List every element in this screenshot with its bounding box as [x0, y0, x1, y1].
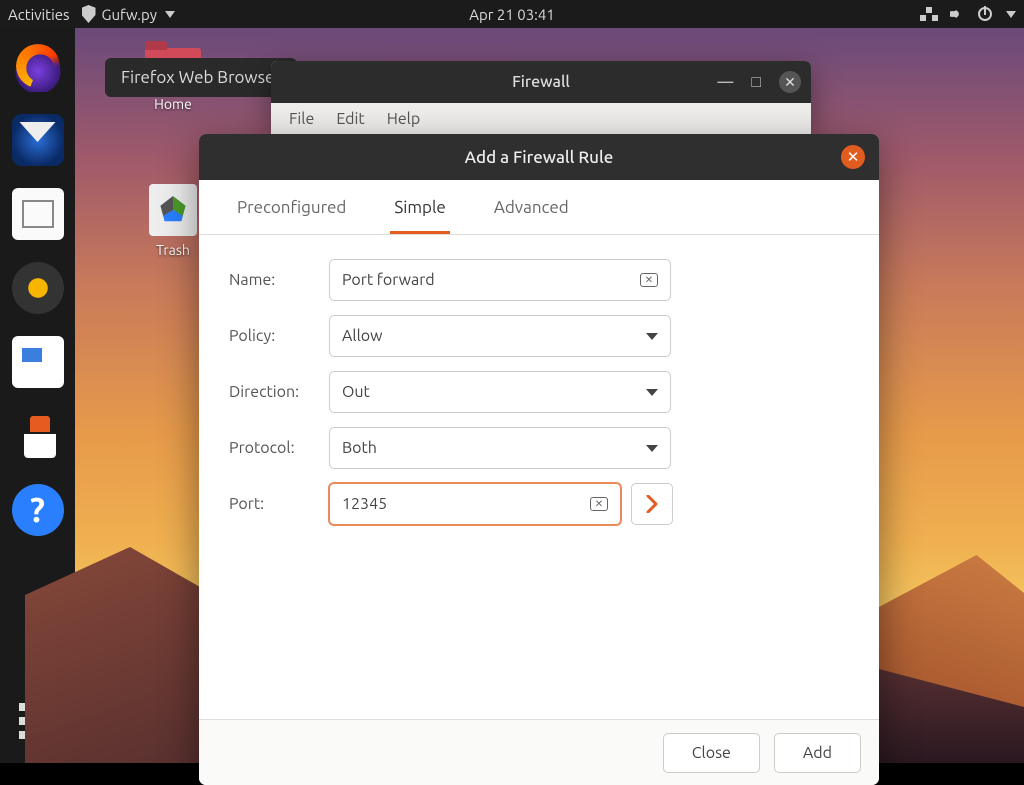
close-dialog-button[interactable]: ✕ [841, 145, 865, 169]
direction-select[interactable]: Out [329, 371, 671, 413]
policy-label: Policy: [229, 327, 329, 345]
desktop: Home Trash Firefox Web Browser Firewall … [75, 28, 1024, 763]
tab-preconfigured[interactable]: Preconfigured [233, 180, 350, 234]
maximize-button[interactable]: □ [751, 73, 761, 92]
app-menu-label: Gufw.py [102, 6, 157, 23]
top-panel: Activities Gufw.py Apr 21 03:41 [0, 0, 1024, 28]
direction-label: Direction: [229, 383, 329, 401]
protocol-value: Both [342, 439, 377, 457]
chevron-down-icon [646, 333, 658, 340]
name-label: Name: [229, 271, 329, 289]
dock-files[interactable] [12, 188, 64, 240]
tab-simple[interactable]: Simple [390, 180, 450, 234]
add-button[interactable]: Add [774, 733, 861, 773]
name-input[interactable]: Port forward ✕ [329, 259, 671, 301]
dock-ubuntu-software[interactable] [12, 410, 64, 462]
protocol-label: Protocol: [229, 439, 329, 457]
minimize-button[interactable]: — [717, 73, 733, 91]
direction-value: Out [342, 383, 370, 401]
close-button[interactable]: ✕ [779, 71, 801, 93]
port-input[interactable]: 12345 ✕ [329, 483, 621, 525]
power-icon[interactable] [978, 7, 992, 21]
menu-edit[interactable]: Edit [336, 110, 364, 128]
close-button[interactable]: Close [663, 733, 760, 773]
dock-thunderbird[interactable] [12, 114, 64, 166]
dialog-footer: Close Add [199, 719, 879, 785]
policy-select[interactable]: Allow [329, 315, 671, 357]
clear-port-icon[interactable]: ✕ [590, 497, 608, 511]
port-advance-button[interactable] [631, 483, 673, 525]
firewall-window-title: Firewall [512, 73, 570, 91]
add-rule-title: Add a Firewall Rule [465, 148, 614, 167]
firewall-window-titlebar[interactable]: Firewall — □ ✕ [271, 61, 811, 103]
port-label: Port: [229, 495, 329, 513]
add-rule-titlebar[interactable]: Add a Firewall Rule ✕ [199, 134, 879, 180]
tab-advanced[interactable]: Advanced [490, 180, 573, 234]
dock-tooltip: Firefox Web Browser [105, 58, 297, 97]
clear-name-icon[interactable]: ✕ [640, 273, 658, 287]
app-menu[interactable]: Gufw.py [82, 5, 175, 23]
add-rule-dialog: Add a Firewall Rule ✕ Preconfigured Simp… [199, 134, 879, 785]
activities-button[interactable]: Activities [8, 6, 70, 23]
dock-libreoffice-writer[interactable] [12, 336, 64, 388]
name-value: Port forward [342, 271, 435, 289]
network-icon[interactable] [920, 7, 938, 21]
shield-icon [82, 5, 96, 23]
policy-value: Allow [342, 327, 383, 345]
chevron-down-icon [646, 445, 658, 452]
dock-firefox[interactable] [12, 40, 64, 92]
firewall-menubar: File Edit Help [271, 103, 811, 135]
desktop-icon-label: Home [133, 96, 213, 112]
trash-icon [149, 184, 197, 236]
chevron-down-icon [646, 389, 658, 396]
firewall-window[interactable]: Firewall — □ ✕ File Edit Help [271, 61, 811, 135]
chevron-right-icon [645, 495, 659, 513]
dock-help[interactable]: ? [12, 484, 64, 536]
system-menu-chevron-icon[interactable] [1006, 11, 1016, 18]
dock-rhythmbox[interactable] [12, 262, 64, 314]
rule-form: Name: Port forward ✕ Policy: Allow Direc… [199, 235, 879, 549]
clock[interactable]: Apr 21 03:41 [469, 6, 555, 23]
port-value: 12345 [342, 495, 387, 513]
tab-bar: Preconfigured Simple Advanced [199, 180, 879, 235]
chevron-down-icon [165, 11, 175, 18]
menu-help[interactable]: Help [387, 110, 421, 128]
menu-file[interactable]: File [289, 110, 314, 128]
volume-icon[interactable] [950, 7, 966, 21]
protocol-select[interactable]: Both [329, 427, 671, 469]
